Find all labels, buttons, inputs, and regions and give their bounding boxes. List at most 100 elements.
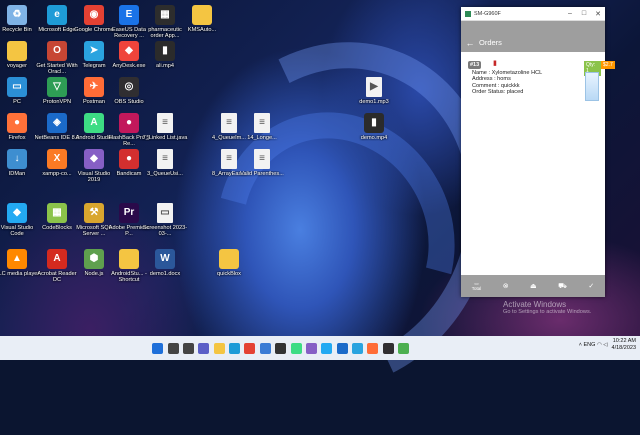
telegram-icon[interactable] bbox=[352, 342, 364, 354]
system-tray: ˄ ENG ◠ ◁ 10:22 AM 4/18/2023 bbox=[579, 338, 636, 352]
desktop-icon[interactable]: ≡ Valid Parenthes... bbox=[239, 149, 285, 177]
order-status: Order Status: placed bbox=[472, 89, 524, 96]
desktop-icon-label: quickBlox bbox=[217, 271, 241, 277]
watermark-subtitle: Go to Settings to activate Windows. bbox=[503, 309, 592, 315]
video-file-icon: ▮ bbox=[364, 113, 384, 133]
premiere-icon: Pr bbox=[119, 203, 139, 223]
bandicam-icon: ● bbox=[119, 149, 139, 169]
desktop-icon-label: Valid Parenthes... bbox=[240, 171, 284, 177]
desktop-icon-label: KMSAuto... bbox=[187, 27, 217, 33]
visual-studio-icon[interactable] bbox=[305, 342, 317, 354]
xampp-icon: X bbox=[47, 149, 67, 169]
desktop-icon-label: 3_QueueUsi... bbox=[147, 171, 183, 177]
idm-icon: ↓ bbox=[7, 149, 27, 169]
delete-icon[interactable]: ▮ bbox=[493, 60, 497, 67]
window-titlebar[interactable]: SM-G960F – □ ✕ bbox=[461, 7, 605, 21]
android-studio-icon[interactable] bbox=[290, 342, 302, 354]
folder-icon bbox=[7, 41, 27, 61]
app-folder-icon: ▦ bbox=[155, 5, 175, 25]
scrcpy-icon[interactable] bbox=[398, 342, 410, 354]
vlc-icon: ▲ bbox=[7, 249, 27, 269]
activate-windows-watermark: Activate Windows Go to Settings to activ… bbox=[503, 300, 591, 315]
desktop-icon[interactable]: ≡ 3_QueueUsi... bbox=[142, 149, 188, 177]
desktop-icon-label: demo1.mp3 bbox=[359, 99, 389, 105]
teams-icon[interactable] bbox=[198, 342, 210, 354]
window-title: SM-G960F bbox=[474, 10, 501, 17]
wifi-icon[interactable]: ◠ bbox=[597, 342, 602, 348]
sql-server-icon: ⚒ bbox=[84, 203, 104, 223]
edge-icon[interactable] bbox=[229, 342, 241, 354]
folder-icon bbox=[219, 249, 239, 269]
desktop-icon[interactable]: ▮ demo.mp4 bbox=[351, 113, 397, 141]
maximize-button[interactable]: □ bbox=[577, 10, 591, 17]
order-card[interactable]: #13 ▮ Qty: 1 $2.7 Name : Xylometazoline … bbox=[465, 58, 615, 104]
obs-icon: ◎ bbox=[119, 77, 139, 97]
watermark-title: Activate Windows bbox=[503, 300, 567, 309]
clock-time: 10:22 AM bbox=[612, 338, 636, 344]
phone-mirror-window[interactable]: SM-G960F – □ ✕ ← Orders #13 ▮ Qty: 1 $2.… bbox=[461, 7, 615, 297]
video-file-icon: ▮ bbox=[155, 41, 175, 61]
desktop-icon-label: 7_Linked List.java bbox=[142, 135, 188, 141]
phone-bottom-bar: ▭ Total ⊗ ⏏ ⛟ ✓ bbox=[461, 275, 605, 297]
app-title: Orders bbox=[479, 38, 502, 47]
file-icon: ≡ bbox=[157, 149, 173, 169]
firefox-icon: ● bbox=[7, 113, 27, 133]
language-indicator[interactable]: ENG bbox=[584, 342, 596, 348]
desktop-icon-label: ali.mp4 bbox=[155, 63, 175, 69]
desktop-icon-label: 14_Longe... bbox=[247, 135, 277, 141]
edge-icon: e bbox=[47, 5, 67, 25]
desktop-icon[interactable]: Wdemo1.docx bbox=[142, 249, 188, 277]
telegram-icon: ➤ bbox=[84, 41, 104, 61]
vscode-icon[interactable] bbox=[321, 342, 333, 354]
task-view-icon[interactable] bbox=[182, 342, 194, 354]
app-bar: ← Orders bbox=[461, 33, 605, 52]
terminal-icon[interactable] bbox=[275, 342, 287, 354]
desktop-icon[interactable]: ≡ 14_Longe... bbox=[239, 113, 285, 141]
volume-icon[interactable]: ◁ bbox=[603, 342, 607, 348]
nodejs-icon: ⬢ bbox=[84, 249, 104, 269]
chrome-icon: ◉ bbox=[84, 5, 104, 25]
close-button[interactable]: ✕ bbox=[591, 10, 605, 18]
desktop-icon[interactable]: KMSAuto... bbox=[179, 5, 225, 33]
codeblocks-icon: ▦ bbox=[47, 203, 67, 223]
word-file-icon: W bbox=[155, 249, 175, 269]
cancel-icon[interactable]: ⊗ bbox=[503, 282, 509, 290]
flashback-icon: ● bbox=[119, 113, 139, 133]
price-badge: $2.7 bbox=[601, 61, 615, 70]
file-explorer-icon[interactable] bbox=[213, 342, 225, 354]
file-icon: ≡ bbox=[221, 113, 237, 133]
netbeans-icon[interactable] bbox=[336, 342, 348, 354]
total-label: Total bbox=[471, 286, 482, 291]
file-icon: ≡ bbox=[221, 149, 237, 169]
audio-file-icon: ▶ bbox=[366, 77, 382, 97]
desktop-icon[interactable]: ◎ OBS Studio bbox=[106, 77, 152, 105]
clock[interactable]: 10:22 AM 4/18/2023 bbox=[612, 338, 636, 352]
chrome-icon[interactable] bbox=[244, 342, 256, 354]
store-icon[interactable] bbox=[259, 342, 271, 354]
windows-start-icon[interactable] bbox=[152, 342, 164, 354]
truck-icon[interactable]: ⛟ bbox=[558, 282, 567, 291]
search-icon[interactable] bbox=[167, 342, 179, 354]
desktop-icon[interactable]: ▶ demo1.mp3 bbox=[351, 77, 397, 105]
desktop-icon[interactable]: ≡ 7_Linked List.java bbox=[142, 113, 188, 141]
visual-studio-icon: ◆ bbox=[84, 149, 104, 169]
minimize-button[interactable]: – bbox=[563, 10, 577, 17]
taskbar-apps bbox=[150, 336, 411, 360]
postman-icon[interactable] bbox=[367, 342, 379, 354]
total-button[interactable]: ▭ Total bbox=[472, 281, 482, 291]
check-icon[interactable]: ✓ bbox=[588, 282, 594, 290]
desktop-icon-label: demo.mp4 bbox=[360, 135, 388, 141]
recycle-bin-icon: ♻ bbox=[7, 5, 27, 25]
folder-icon bbox=[192, 5, 212, 25]
android-studio-icon: A bbox=[84, 113, 104, 133]
desktop-icon[interactable]: ▮ ali.mp4 bbox=[142, 41, 188, 69]
order-number-badge: #13 bbox=[468, 61, 482, 70]
protonvpn-icon: ▽ bbox=[47, 77, 67, 97]
desktop-icon[interactable]: quickBlox bbox=[206, 249, 252, 277]
obs-icon[interactable] bbox=[382, 342, 394, 354]
desktop-icon-label: demo1.docx bbox=[149, 271, 181, 277]
chevron-up-icon[interactable]: ˄ bbox=[579, 342, 582, 348]
eject-icon[interactable]: ⏏ bbox=[530, 282, 537, 290]
back-arrow-icon[interactable]: ← bbox=[461, 38, 479, 48]
desktop-icon[interactable]: ▭ Screenshot 2023-03-... bbox=[142, 203, 188, 238]
